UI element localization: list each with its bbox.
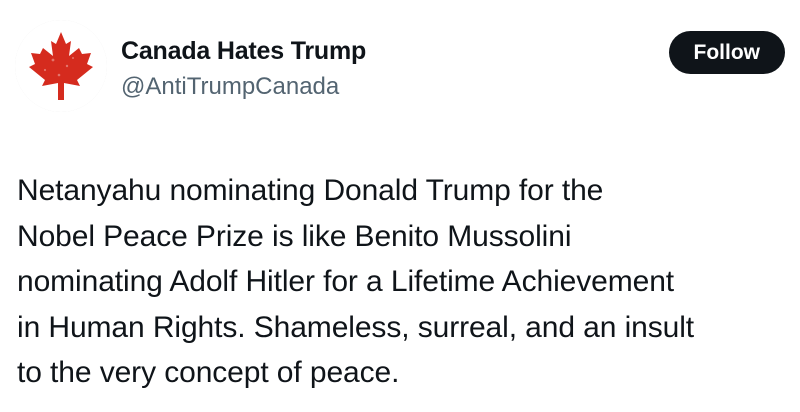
handle[interactable]: @AntiTrumpCanada [121,72,366,102]
maple-leaf-icon [15,20,107,112]
author-names: Canada Hates Trump @AntiTrumpCanada [121,36,366,102]
avatar[interactable] [15,20,107,112]
tweet-text: Netanyahu nominating Donald Trump for th… [17,174,695,389]
follow-button[interactable]: Follow [668,31,785,74]
tweet-card: Canada Hates Trump @AntiTrumpCanada Foll… [0,0,800,412]
display-name[interactable]: Canada Hates Trump [121,36,366,66]
tweet-header: Canada Hates Trump @AntiTrumpCanada Foll… [15,20,785,112]
